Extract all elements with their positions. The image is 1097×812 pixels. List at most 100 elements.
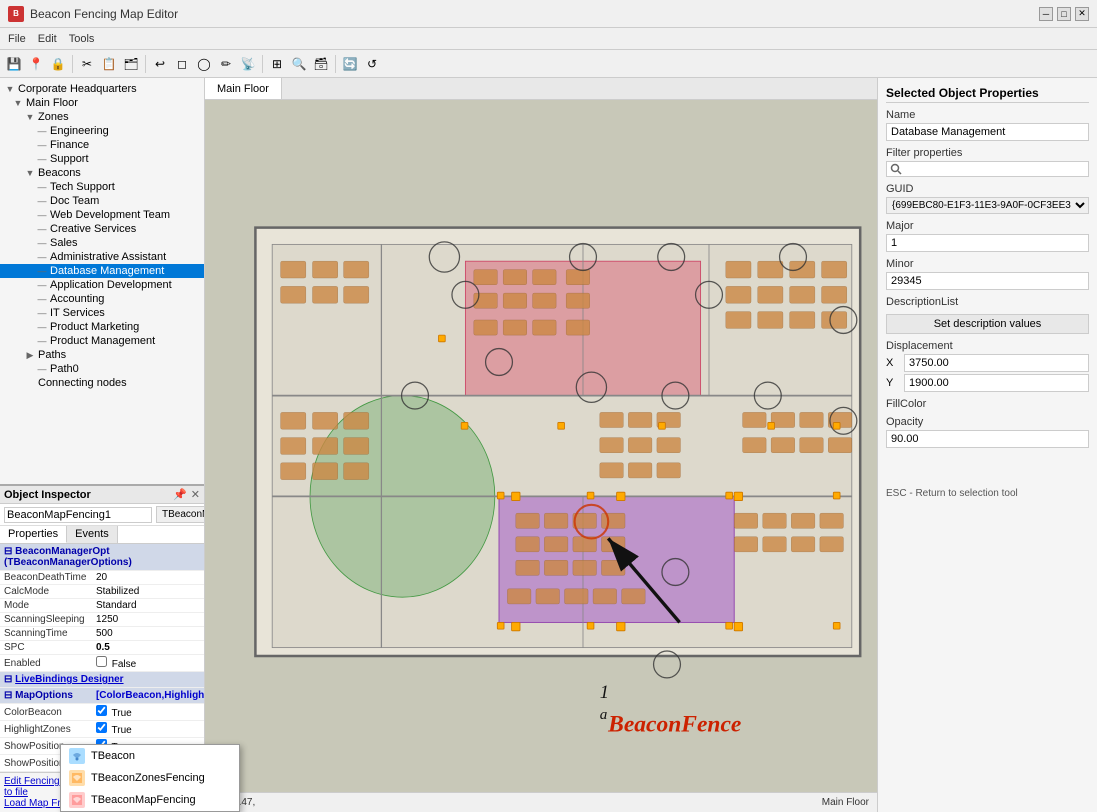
tb-pin[interactable]: 📍 — [26, 54, 46, 74]
tree-item-path0[interactable]: — Path0 — [0, 362, 204, 376]
tb-refresh[interactable]: 🔄 — [340, 54, 360, 74]
prop-value-spc[interactable]: 0.5 — [92, 641, 204, 655]
tree-item-accounting[interactable]: — Accounting — [0, 292, 204, 306]
tree-label-support: Support — [50, 153, 89, 165]
x-input[interactable] — [904, 354, 1089, 372]
prop-value-scanningsleep[interactable]: 1250 — [92, 613, 204, 627]
prop-value-mode[interactable]: Standard — [92, 599, 204, 613]
filter-input-wrapper[interactable] — [886, 161, 1089, 177]
tb-cut[interactable]: ✂ — [77, 54, 97, 74]
filter-icon — [890, 163, 902, 175]
toggle-prodmkt: — — [36, 322, 48, 332]
tree-item-sales[interactable]: — Sales — [0, 236, 204, 250]
highlightzones-checkbox[interactable] — [96, 722, 107, 733]
tab-events[interactable]: Events — [67, 526, 118, 543]
tb-rotate[interactable]: ↺ — [362, 54, 382, 74]
opacity-input[interactable] — [886, 430, 1089, 448]
prop-value-calcmode[interactable]: Stabilized — [92, 585, 204, 599]
tb-circle[interactable]: ◯ — [194, 54, 214, 74]
tree-item-prodmkt[interactable]: — Product Marketing — [0, 320, 204, 334]
toggle-corporate[interactable]: ▼ — [4, 84, 16, 94]
title-controls[interactable]: ─ □ ✕ — [1039, 7, 1089, 21]
tree-label-finance: Finance — [50, 139, 89, 151]
prop-value-scanningtime[interactable]: 500 — [92, 627, 204, 641]
tb-lock[interactable]: 🔒 — [48, 54, 68, 74]
toggle-zones[interactable]: ▼ — [24, 112, 36, 122]
prop-label-enabled: Enabled — [0, 655, 92, 672]
tb-save[interactable]: 💾 — [4, 54, 24, 74]
tree-item-admin[interactable]: — Administrative Assistant — [0, 250, 204, 264]
prop-value-highlightzones[interactable]: True — [92, 721, 204, 738]
toggle-sales: — — [36, 238, 48, 248]
popup-item-tzonesfencing[interactable]: TBeaconZonesFencing — [61, 767, 205, 789]
tb-zoom[interactable]: 🔍 — [289, 54, 309, 74]
tree-item-support[interactable]: — Support — [0, 152, 204, 166]
prop-value-enabled[interactable]: False — [92, 655, 204, 672]
prop-value-colorbeacon[interactable]: True — [92, 704, 204, 721]
tree-item-appdev[interactable]: — Application Development — [0, 278, 204, 292]
livebindings-link[interactable]: LiveBindings Designer — [15, 674, 123, 685]
popup-item-tmapfencing[interactable]: TBeaconMapFencing — [61, 789, 205, 811]
enabled-checkbox[interactable] — [96, 656, 107, 667]
component-name-input[interactable] — [4, 507, 152, 523]
close-button[interactable]: ✕ — [1075, 7, 1089, 21]
tb-copy[interactable]: 📋 — [99, 54, 119, 74]
toggle-mainfloor[interactable]: ▼ — [12, 98, 24, 108]
tree-item-mainfloor[interactable]: ▼ Main Floor — [0, 96, 204, 110]
tree-item-database[interactable]: — Database Management — [0, 264, 204, 278]
tree-item-techsupport[interactable]: — Tech Support — [0, 180, 204, 194]
tree-item-connecting[interactable]: Connecting nodes — [0, 376, 204, 390]
toggle-beacons[interactable]: ▼ — [24, 168, 36, 178]
maximize-button[interactable]: □ — [1057, 7, 1071, 21]
tb-folder[interactable]: 🗃 — [311, 54, 331, 74]
tree-item-paths[interactable]: ▶ Paths — [0, 348, 204, 362]
tab-main-floor[interactable]: Main Floor — [205, 78, 282, 99]
tab-properties[interactable]: Properties — [0, 526, 67, 543]
tb-undo[interactable]: ↩ — [150, 54, 170, 74]
tree-item-prodmgmt[interactable]: — Product Management — [0, 334, 204, 348]
menu-edit[interactable]: Edit — [38, 33, 57, 45]
filter-text-input[interactable] — [902, 163, 1085, 175]
component-type-select[interactable]: TBeaconMapFencing — [156, 506, 204, 523]
tb-rect[interactable]: ◻ — [172, 54, 192, 74]
major-input[interactable] — [886, 234, 1089, 252]
tree-item-corporate[interactable]: ▼ Corporate Headquarters — [0, 82, 204, 96]
canvas-container[interactable]: BeaconFence 1 a — [205, 100, 877, 792]
set-desc-button[interactable]: Set description values — [886, 314, 1089, 334]
prop-value-deathtime[interactable]: 20 — [92, 571, 204, 585]
tb-beacon[interactable]: 📡 — [238, 54, 258, 74]
tb-grid[interactable]: ⊞ — [267, 54, 287, 74]
svg-text:BeaconFence: BeaconFence — [607, 712, 741, 738]
tb-sep2 — [145, 55, 146, 73]
y-input[interactable] — [904, 374, 1089, 392]
menu-tools[interactable]: Tools — [69, 33, 95, 45]
tb-paste[interactable]: 🗂 — [121, 54, 141, 74]
inspector-close-button[interactable]: ✕ — [191, 488, 200, 501]
property-table: ⊟ BeaconManagerOpt (TBeaconManagerOption… — [0, 544, 204, 772]
tree-item-beacons[interactable]: ▼ Beacons — [0, 166, 204, 180]
tree-item-engineering[interactable]: — Engineering — [0, 124, 204, 138]
tree-item-finance[interactable]: — Finance — [0, 138, 204, 152]
popup-item-tbeacon[interactable]: TBeacon — [61, 745, 205, 767]
tree-item-docteam[interactable]: — Doc Team — [0, 194, 204, 208]
tb-sep1 — [72, 55, 73, 73]
minimize-button[interactable]: ─ — [1039, 7, 1053, 21]
toolbar: 💾 📍 🔒 ✂ 📋 🗂 ↩ ◻ ◯ ✏ 📡 ⊞ 🔍 🗃 🔄 ↺ — [0, 50, 1097, 78]
tree-view[interactable]: ▼ Corporate Headquarters ▼ Main Floor ▼ … — [0, 78, 204, 484]
object-inspector-controls[interactable]: 📌 ✕ — [173, 488, 200, 501]
menu-file[interactable]: File — [8, 33, 26, 45]
tb-pen[interactable]: ✏ — [216, 54, 236, 74]
tree-item-creative[interactable]: — Creative Services — [0, 222, 204, 236]
tree-item-webdev[interactable]: — Web Development Team — [0, 208, 204, 222]
colorbeacon-checkbox[interactable] — [96, 705, 107, 716]
dock-button[interactable]: 📌 — [173, 488, 187, 501]
name-input[interactable] — [886, 123, 1089, 141]
toggle-paths[interactable]: ▶ — [24, 350, 36, 361]
minor-input[interactable] — [886, 272, 1089, 290]
tree-label-database: Database Management — [50, 265, 164, 277]
status-floor: Main Floor — [822, 797, 869, 808]
tree-item-it[interactable]: — IT Services — [0, 306, 204, 320]
tree-item-zones[interactable]: ▼ Zones — [0, 110, 204, 124]
guid-select[interactable]: {699EBC80-E1F3-11E3-9A0F-0CF3EE3BC0 — [886, 197, 1089, 214]
group-mapoptions: ⊟ MapOptions [ColorBeacon,HighlightZone — [0, 688, 204, 704]
